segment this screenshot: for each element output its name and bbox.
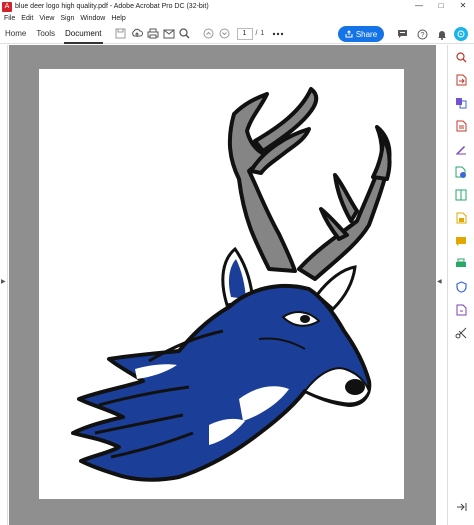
deer-logo-image (71, 87, 392, 482)
tab-document[interactable]: Document (60, 24, 106, 44)
menu-window[interactable]: Window (80, 15, 105, 22)
collapse-panel-icon[interactable] (454, 500, 468, 514)
organize-pages-icon[interactable] (454, 96, 468, 110)
search-icon[interactable] (177, 26, 193, 42)
nose (345, 379, 365, 395)
comment-icon[interactable] (394, 26, 410, 42)
print-icon[interactable] (145, 26, 161, 42)
page-number-input[interactable]: 1 (236, 27, 253, 40)
document-viewport[interactable] (9, 45, 436, 525)
title-bar: A blue deer logo high quality.pdf - Adob… (0, 0, 474, 13)
close-button[interactable]: ✕ (452, 0, 474, 13)
menu-help[interactable]: Help (111, 15, 125, 22)
pdf-page (39, 69, 404, 499)
save-icon[interactable] (113, 26, 129, 42)
page-down-icon[interactable] (217, 26, 233, 42)
protect-icon[interactable] (454, 211, 468, 225)
acrobat-icon: A (2, 1, 12, 12)
comment-tool-icon[interactable] (454, 234, 468, 248)
toolbar-right: ? (394, 26, 468, 42)
more-options-icon[interactable] (270, 26, 286, 42)
tab-tools[interactable]: Tools (31, 24, 60, 44)
page-up-icon[interactable] (201, 26, 217, 42)
security-shield-icon[interactable] (454, 280, 468, 294)
menu-file[interactable]: File (4, 15, 15, 22)
create-pdf-icon[interactable] (454, 119, 468, 133)
user-avatar[interactable] (454, 27, 468, 41)
notifications-bell-icon[interactable] (434, 26, 450, 42)
left-panel-rail (0, 45, 8, 525)
menu-bar: File Edit View Sign Window Help (0, 13, 474, 24)
page-separator: / (255, 30, 258, 37)
email-icon[interactable] (161, 26, 177, 42)
menu-edit[interactable]: Edit (21, 15, 33, 22)
antlers (227, 87, 392, 281)
more-tools-icon[interactable] (454, 303, 468, 317)
compress-icon[interactable] (454, 188, 468, 202)
help-icon[interactable]: ? (414, 26, 430, 42)
maximize-button[interactable]: □ (430, 0, 452, 13)
share-icon (345, 30, 353, 38)
scissors-icon[interactable] (454, 326, 468, 340)
zoom-icon[interactable] (454, 50, 468, 64)
edit-pdf-icon[interactable] (454, 165, 468, 179)
toolbar: Home Tools Document 1 / 1 Share ? (0, 24, 474, 44)
share-label: Share (355, 29, 378, 39)
share-button[interactable]: Share (338, 26, 384, 42)
print-production-icon[interactable] (454, 257, 468, 271)
minimize-button[interactable]: — (408, 0, 430, 13)
right-tools-rail (447, 45, 474, 525)
expand-right-panel-icon[interactable]: ◀ (437, 278, 442, 285)
window-controls: — □ ✕ (408, 0, 474, 13)
page-total: 1 (260, 30, 265, 37)
fill-sign-icon[interactable] (454, 142, 468, 156)
expand-left-panel-icon[interactable]: ▶ (1, 278, 6, 285)
menu-sign[interactable]: Sign (60, 15, 74, 22)
menu-view[interactable]: View (39, 15, 54, 22)
export-pdf-icon[interactable] (454, 73, 468, 87)
tab-home[interactable]: Home (0, 24, 31, 44)
window-title: blue deer logo high quality.pdf - Adobe … (15, 3, 209, 10)
upload-cloud-icon[interactable] (129, 26, 145, 42)
svg-text:?: ? (420, 32, 424, 39)
